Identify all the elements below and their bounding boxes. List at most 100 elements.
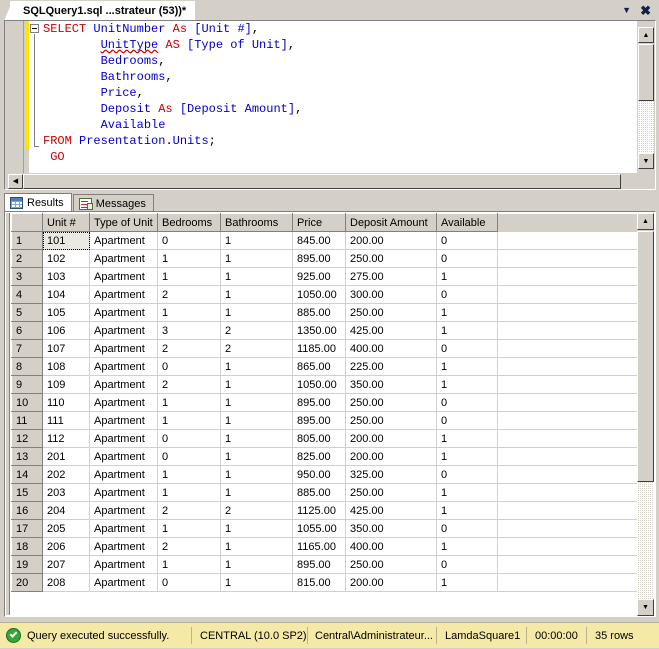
table-row[interactable]: 18 206 Apartment 2 1 1165.00 400.00 1 [11,537,637,556]
table-row[interactable]: 1 101 Apartment 0 1 845.00 200.00 0 [11,231,637,250]
grid-cell[interactable]: 325.00 [345,465,437,484]
grid-cell[interactable]: 400.00 [345,339,437,358]
grid-cell[interactable]: 103 [42,267,90,286]
grid-cell[interactable]: 1 [157,555,221,574]
grid-cell[interactable]: 1 [436,429,498,448]
grid-cell[interactable]: 250.00 [345,483,437,502]
grid-cell[interactable]: 1125.00 [292,501,346,520]
row-header-cell[interactable]: 8 [11,357,43,376]
grid-corner-header[interactable] [11,213,43,232]
grid-cell[interactable]: 203 [42,483,90,502]
grid-cell[interactable]: 250.00 [345,411,437,430]
grid-cell[interactable]: 885.00 [292,303,346,322]
grid-cell[interactable]: 1 [220,375,293,394]
grid-cell[interactable]: 208 [42,573,90,592]
grid-cell[interactable]: 885.00 [292,483,346,502]
row-header-cell[interactable]: 12 [11,429,43,448]
grid-cell[interactable]: 1 [220,267,293,286]
grid-cell[interactable]: 200.00 [345,447,437,466]
grid-cell[interactable]: 108 [42,357,90,376]
editor-vertical-scrollbar[interactable]: ▲ ▼ [638,21,654,173]
grid-cell[interactable]: 202 [42,465,90,484]
grid-cell[interactable]: 1 [220,249,293,268]
grid-cell[interactable]: 204 [42,501,90,520]
grid-cell[interactable]: 425.00 [345,501,437,520]
grid-cell[interactable]: 1 [157,483,221,502]
grid-cell[interactable]: 1055.00 [292,519,346,538]
table-row[interactable]: 12 112 Apartment 0 1 805.00 200.00 1 [11,429,637,448]
grid-cell[interactable]: 0 [436,231,498,250]
grid-cell[interactable]: 2 [157,537,221,556]
column-header-bathrooms[interactable]: Bathrooms [220,213,293,232]
grid-cell[interactable]: 300.00 [345,285,437,304]
grid-cell[interactable]: 107 [42,339,90,358]
grid-cell[interactable]: 895.00 [292,393,346,412]
grid-cell[interactable]: 0 [436,285,498,304]
grid-cell[interactable]: Apartment [89,231,158,250]
grid-cell[interactable]: 105 [42,303,90,322]
grid-cell[interactable]: 1 [220,357,293,376]
row-header-cell[interactable]: 13 [11,447,43,466]
grid-cell[interactable]: Apartment [89,465,158,484]
grid-cell[interactable]: Apartment [89,483,158,502]
grid-cell[interactable]: 225.00 [345,357,437,376]
grid-cell[interactable]: 250.00 [345,249,437,268]
grid-cell[interactable]: Apartment [89,573,158,592]
grid-cell[interactable]: 1350.00 [292,321,346,340]
grid-cell[interactable]: 0 [436,465,498,484]
grid-cell[interactable]: 205 [42,519,90,538]
grid-cell[interactable]: 1 [436,357,498,376]
document-tab-sqlquery1[interactable]: SQLQuery1.sql ...strateur (53))* [3,1,196,21]
grid-cell[interactable]: 3 [157,321,221,340]
grid-cell[interactable]: 1 [220,483,293,502]
grid-cell[interactable]: 1 [436,447,498,466]
grid-cell[interactable]: 1 [436,321,498,340]
grid-cell[interactable]: 1 [220,231,293,250]
grid-cell[interactable]: 1 [436,375,498,394]
grid-cell[interactable]: Apartment [89,249,158,268]
grid-cell[interactable]: 200.00 [345,429,437,448]
editor-scroll-left-button[interactable]: ◀ [8,174,23,189]
grid-cell[interactable]: Apartment [89,519,158,538]
row-header-cell[interactable]: 14 [11,465,43,484]
table-row[interactable]: 9 109 Apartment 2 1 1050.00 350.00 1 [11,375,637,394]
results-grid-scroll-area[interactable]: Unit # Type of Unit Bedrooms Bathrooms P… [11,213,637,615]
grid-cell[interactable]: 101 [42,231,90,250]
table-row[interactable]: 15 203 Apartment 1 1 885.00 250.00 1 [11,483,637,502]
column-header-available[interactable]: Available [436,213,498,232]
editor-scroll-down-button[interactable]: ▼ [638,153,654,169]
grid-cell[interactable]: 111 [42,411,90,430]
table-row[interactable]: 17 205 Apartment 1 1 1055.00 350.00 0 [11,519,637,538]
table-row[interactable]: 16 204 Apartment 2 2 1125.00 425.00 1 [11,501,637,520]
grid-cell[interactable]: 0 [436,393,498,412]
grid-cell[interactable]: 1165.00 [292,537,346,556]
grid-cell[interactable]: 1 [157,267,221,286]
grid-cell[interactable]: 0 [157,231,221,250]
grid-cell[interactable]: 1 [220,393,293,412]
grid-cell[interactable]: 2 [220,501,293,520]
grid-cell[interactable]: 1 [157,249,221,268]
table-row[interactable]: 19 207 Apartment 1 1 895.00 250.00 0 [11,555,637,574]
grid-cell[interactable]: 1 [220,447,293,466]
grid-cell[interactable]: Apartment [89,447,158,466]
table-row[interactable]: 2 102 Apartment 1 1 895.00 250.00 0 [11,249,637,268]
grid-cell[interactable]: 1 [220,303,293,322]
sql-editor-text[interactable]: SELECT UnitNumber As [Unit #], UnitType … [41,21,637,173]
table-row[interactable]: 11 111 Apartment 1 1 895.00 250.00 0 [11,411,637,430]
grid-cell[interactable]: 2 [157,375,221,394]
grid-cell[interactable]: 845.00 [292,231,346,250]
table-row[interactable]: 14 202 Apartment 1 1 950.00 325.00 0 [11,465,637,484]
grid-cell[interactable]: Apartment [89,303,158,322]
grid-cell[interactable]: 1 [157,393,221,412]
row-header-cell[interactable]: 11 [11,411,43,430]
grid-cell[interactable]: 350.00 [345,375,437,394]
tab-results[interactable]: Results [4,193,72,212]
grid-cell[interactable]: Apartment [89,357,158,376]
grid-cell[interactable]: 207 [42,555,90,574]
row-header-cell[interactable]: 17 [11,519,43,538]
column-header-bedrooms[interactable]: Bedrooms [157,213,221,232]
results-scroll-up-button[interactable]: ▲ [637,213,654,230]
grid-cell[interactable]: 865.00 [292,357,346,376]
grid-cell[interactable]: 1 [436,267,498,286]
results-scroll-down-button[interactable]: ▼ [637,599,654,616]
